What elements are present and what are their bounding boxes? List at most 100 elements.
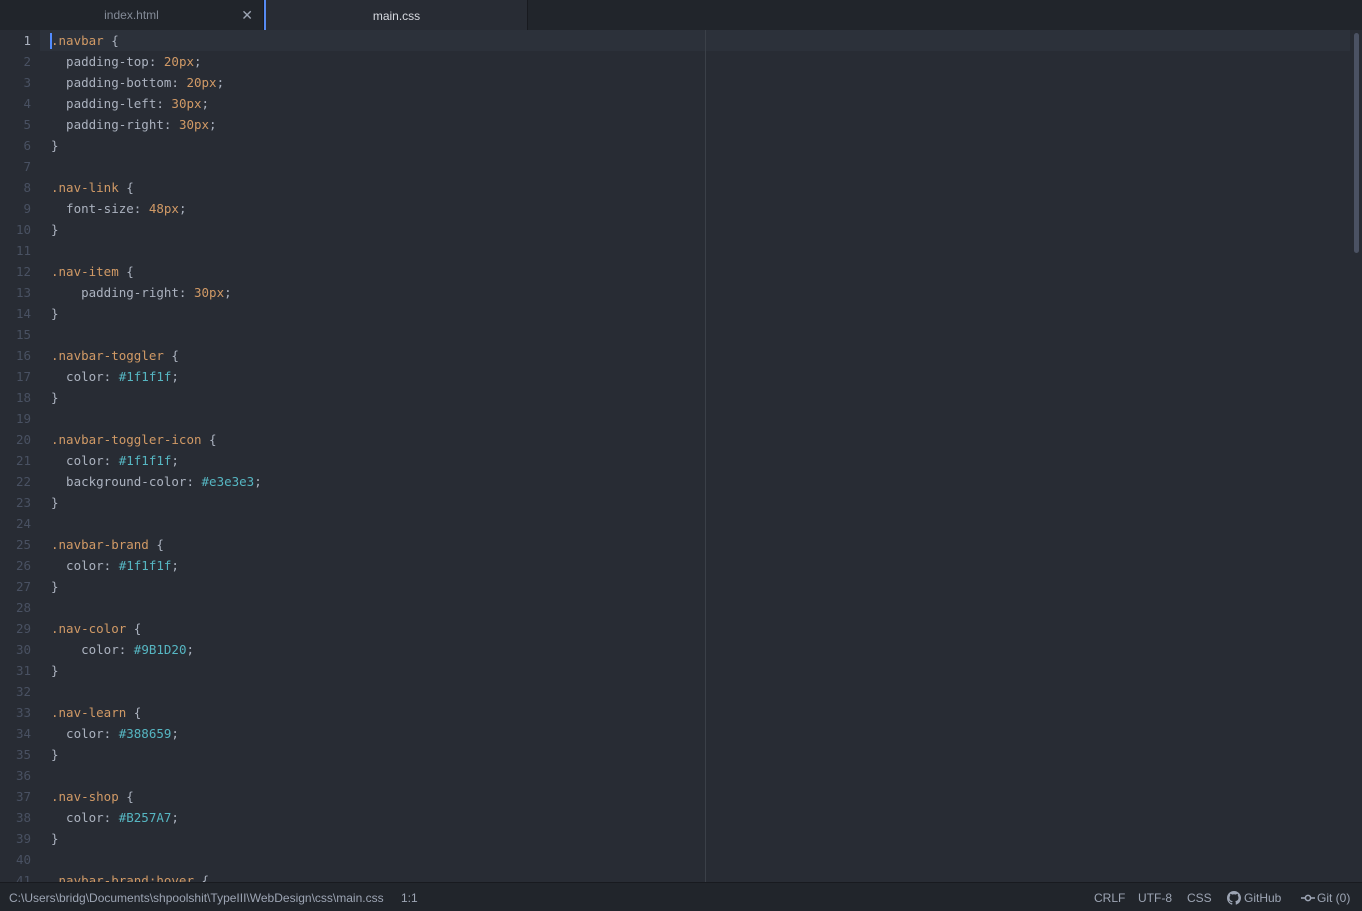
line-number[interactable]: 13: [0, 282, 31, 303]
code-line[interactable]: color: #B257A7;: [40, 807, 1350, 828]
line-number[interactable]: 39: [0, 828, 31, 849]
grammar[interactable]: CSS: [1187, 891, 1212, 905]
line-number[interactable]: 38: [0, 807, 31, 828]
code-line[interactable]: padding-bottom: 20px;: [40, 72, 1350, 93]
line-number[interactable]: 33: [0, 702, 31, 723]
code-token: {: [148, 537, 164, 552]
line-number[interactable]: 5: [0, 114, 31, 135]
line-number[interactable]: 10: [0, 219, 31, 240]
code-line[interactable]: color: #9B1D20;: [40, 639, 1350, 660]
line-number[interactable]: 11: [0, 240, 31, 261]
line-number[interactable]: 35: [0, 744, 31, 765]
line-number[interactable]: 24: [0, 513, 31, 534]
line-number[interactable]: 36: [0, 765, 31, 786]
code-area[interactable]: .navbar-brand:hover {} color: #B257A7; .n…: [40, 30, 1350, 882]
file-path[interactable]: C:\Users\bridg\Documents\shpoolshit\Type…: [9, 891, 384, 905]
code-line[interactable]: .navbar-toggler-icon {: [40, 429, 1350, 450]
line-number[interactable]: 21: [0, 450, 31, 471]
line-number[interactable]: 29: [0, 618, 31, 639]
tab-index-html[interactable]: index.html ✕: [0, 0, 264, 30]
code-line[interactable]: padding-top: 20px;: [40, 51, 1350, 72]
git-button[interactable]: Git (0): [1301, 891, 1350, 905]
line-number[interactable]: 34: [0, 723, 31, 744]
line-number[interactable]: 14: [0, 303, 31, 324]
code-line[interactable]: color: #388659;: [40, 723, 1350, 744]
code-line[interactable]: color: #1f1f1f;: [40, 555, 1350, 576]
code-line[interactable]: }: [40, 219, 1350, 240]
line-number[interactable]: 19: [0, 408, 31, 429]
code-line[interactable]: .navbar-brand:hover {: [40, 870, 1350, 882]
line-number[interactable]: 23: [0, 492, 31, 513]
code-line[interactable]: .navbar-brand {: [40, 534, 1350, 555]
line-number[interactable]: 17: [0, 366, 31, 387]
code-line[interactable]: .nav-item {: [40, 261, 1350, 282]
code-line[interactable]: .nav-learn {: [40, 702, 1350, 723]
line-number[interactable]: 1: [0, 30, 31, 51]
line-number[interactable]: 30: [0, 639, 31, 660]
code-token: #1f1f1f: [118, 453, 172, 468]
code-line[interactable]: color: #1f1f1f;: [40, 366, 1350, 387]
code-line[interactable]: [40, 240, 1350, 261]
code-line[interactable]: color: #1f1f1f;: [40, 450, 1350, 471]
vertical-scrollbar[interactable]: [1354, 33, 1359, 253]
code-line[interactable]: [40, 324, 1350, 345]
line-number[interactable]: 31: [0, 660, 31, 681]
line-number[interactable]: 12: [0, 261, 31, 282]
code-line[interactable]: [40, 156, 1350, 177]
code-line[interactable]: [40, 513, 1350, 534]
line-number[interactable]: 9: [0, 198, 31, 219]
line-number[interactable]: 8: [0, 177, 31, 198]
code-line[interactable]: }: [40, 660, 1350, 681]
line-number[interactable]: 22: [0, 471, 31, 492]
code-text: .navbar-toggler-icon {: [51, 429, 217, 450]
code-line[interactable]: [40, 849, 1350, 870]
line-number[interactable]: 32: [0, 681, 31, 702]
code-line[interactable]: background-color: #e3e3e3;: [40, 471, 1350, 492]
code-line[interactable]: [40, 765, 1350, 786]
line-number[interactable]: 26: [0, 555, 31, 576]
line-number[interactable]: 7: [0, 156, 31, 177]
code-line[interactable]: .nav-color {: [40, 618, 1350, 639]
code-line[interactable]: }: [40, 135, 1350, 156]
line-number[interactable]: 2: [0, 51, 31, 72]
line-number[interactable]: 27: [0, 576, 31, 597]
line-number[interactable]: 15: [0, 324, 31, 345]
line-number[interactable]: 28: [0, 597, 31, 618]
code-line[interactable]: padding-right: 30px;: [40, 282, 1350, 303]
code-line[interactable]: .navbar-toggler {: [40, 345, 1350, 366]
line-number[interactable]: 18: [0, 387, 31, 408]
code-line[interactable]: .nav-link {: [40, 177, 1350, 198]
line-number[interactable]: 37: [0, 786, 31, 807]
code-token: ;: [171, 810, 179, 825]
code-line[interactable]: }: [40, 744, 1350, 765]
code-line[interactable]: }: [40, 492, 1350, 513]
code-line[interactable]: [40, 408, 1350, 429]
code-line[interactable]: font-size: 48px;: [40, 198, 1350, 219]
line-number[interactable]: 16: [0, 345, 31, 366]
code-line[interactable]: padding-right: 30px;: [40, 114, 1350, 135]
code-line[interactable]: [40, 597, 1350, 618]
code-line[interactable]: }: [40, 303, 1350, 324]
code-editor[interactable]: 1 2 3 4 5 6 7 8 9 10 11 12 13 14 15 16 17 18 19 20 21 22 23 24 2…: [0, 30, 1362, 882]
code-line[interactable]: .nav-shop {: [40, 786, 1350, 807]
line-number[interactable]: 41: [0, 870, 31, 882]
line-number[interactable]: 25: [0, 534, 31, 555]
encoding[interactable]: UTF-8: [1138, 891, 1172, 905]
code-line[interactable]: }: [40, 828, 1350, 849]
line-number-gutter[interactable]: 1 2 3 4 5 6 7 8 9 10 11 12 13 14 15 16 17 18 19 20 21 22 23 24 2…: [0, 30, 40, 882]
code-line[interactable]: padding-left: 30px;: [40, 93, 1350, 114]
github-button[interactable]: GitHub: [1227, 891, 1281, 905]
code-line[interactable]: .navbar {: [40, 30, 1350, 51]
close-icon[interactable]: ✕: [241, 7, 253, 23]
line-number[interactable]: 40: [0, 849, 31, 870]
code-line[interactable]: }: [40, 576, 1350, 597]
code-line[interactable]: }: [40, 387, 1350, 408]
line-ending[interactable]: CRLF: [1094, 891, 1125, 905]
line-number[interactable]: 3: [0, 72, 31, 93]
tab-main-css[interactable]: main.css: [264, 0, 528, 31]
line-number[interactable]: 4: [0, 93, 31, 114]
line-number[interactable]: 6: [0, 135, 31, 156]
line-number[interactable]: 20: [0, 429, 31, 450]
code-line[interactable]: [40, 681, 1350, 702]
cursor-position[interactable]: 1:1: [401, 891, 418, 905]
